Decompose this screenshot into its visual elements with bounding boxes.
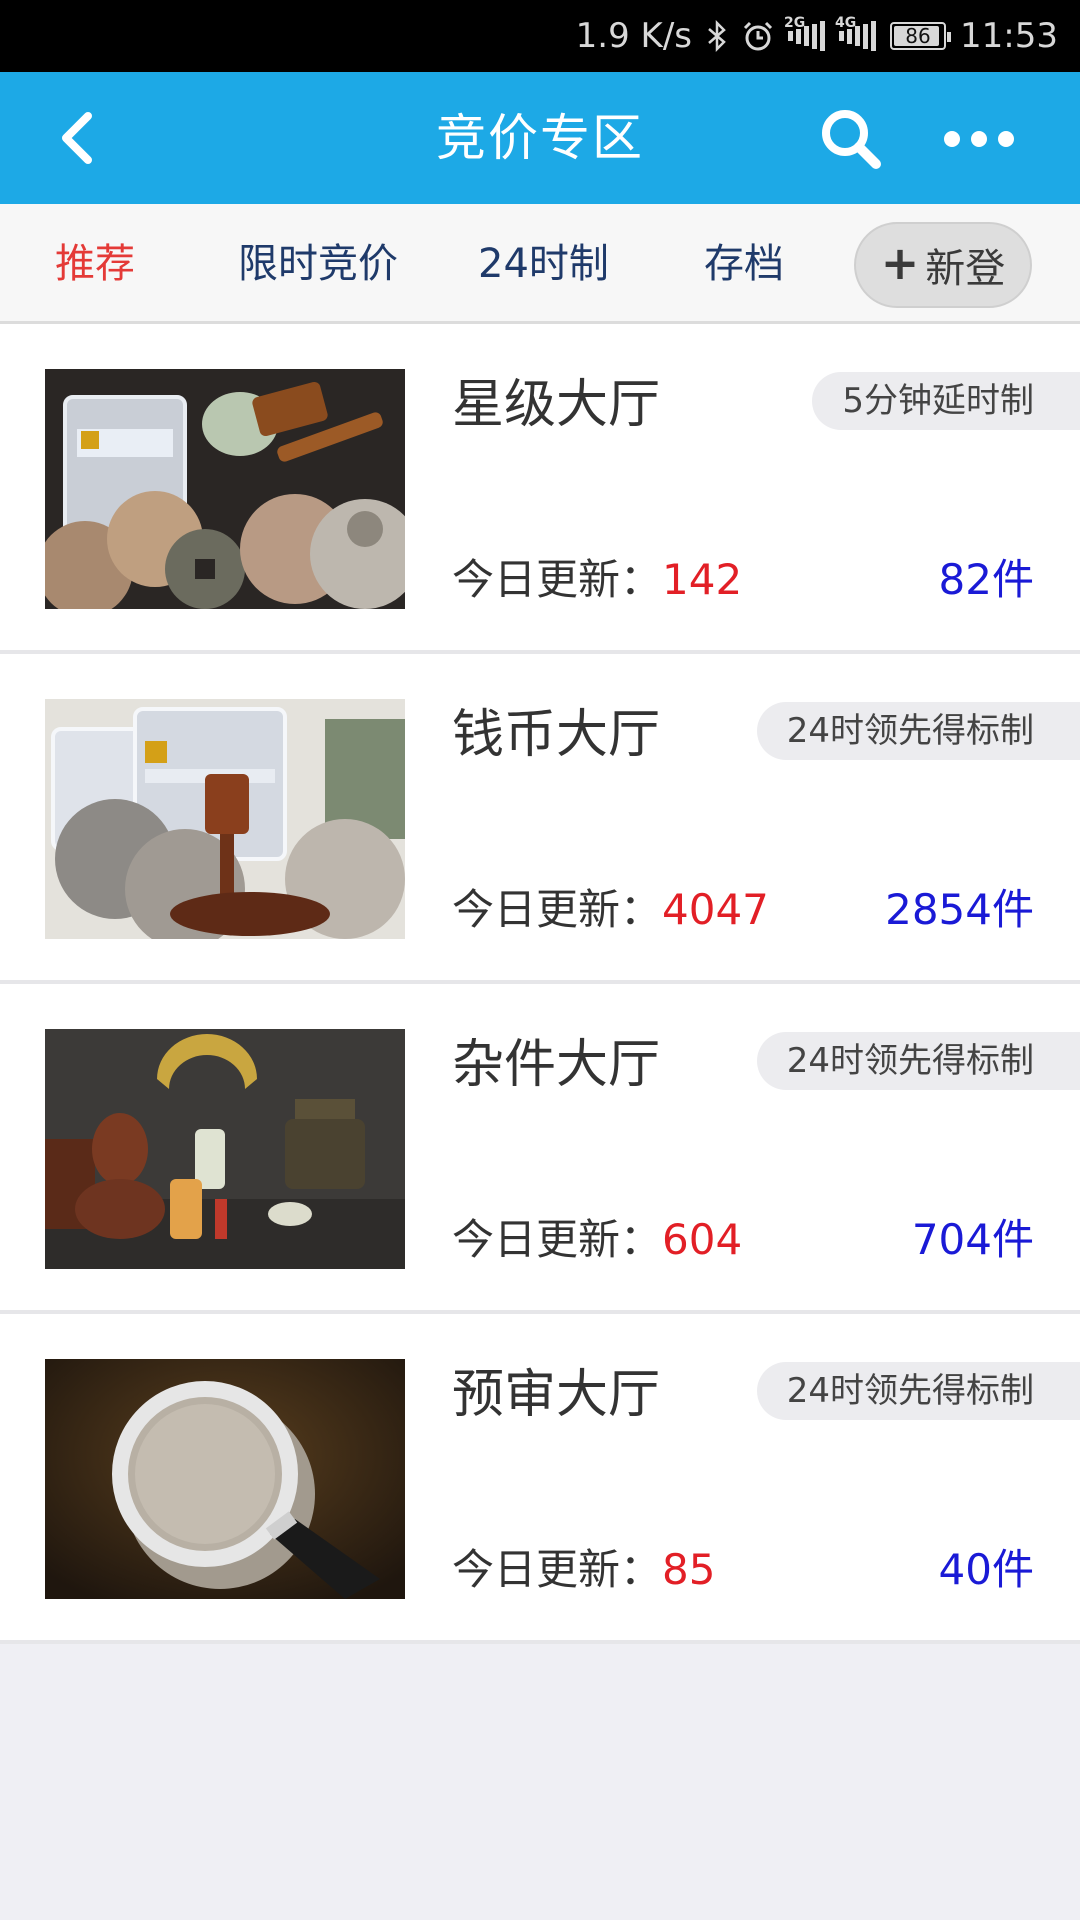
battery-icon: 86 <box>890 22 952 50</box>
today-update-count: 142 <box>662 555 743 604</box>
network-speed: 1.9 K/s <box>575 16 693 56</box>
item-count: 2854件 <box>885 885 1034 934</box>
bidding-rule-badge: 5分钟延时制 <box>812 372 1080 430</box>
today-update-label: 今日更新： <box>452 555 663 604</box>
sim1-network-tag: 2G <box>784 15 806 31</box>
hall-item-coins[interactable]: 钱币大厅 24时领先得标制 今日更新：4047 2854件 <box>0 654 1080 984</box>
alarm-icon <box>742 20 774 52</box>
battery-level: 86 <box>905 24 931 48</box>
search-icon <box>822 110 881 169</box>
hall-list: 星级大厅 5分钟延时制 今日更新：142 82件 钱币大厅 24时领先得标制 今… <box>0 324 1080 1644</box>
today-update: 今日更新：4047 <box>452 876 769 937</box>
tab-archive[interactable]: 存档 <box>704 204 784 324</box>
item-count: 82件 <box>938 555 1034 604</box>
today-update: 今日更新：142 <box>452 546 742 607</box>
today-update-count: 85 <box>662 1545 716 1594</box>
page-title: 竞价专区 <box>436 109 644 167</box>
clock: 11:53 <box>960 16 1058 56</box>
more-icon <box>944 131 960 147</box>
today-update: 今日更新：604 <box>452 1206 742 1267</box>
today-update-count: 4047 <box>662 885 769 934</box>
new-listing-button[interactable]: + 新登 <box>854 222 1032 308</box>
search-button[interactable] <box>818 106 884 172</box>
status-bar: 1.9 K/s 2G 4G 86 11:53 <box>0 0 1080 72</box>
item-count: 704件 <box>911 1215 1034 1264</box>
bidding-rule-badge: 24时领先得标制 <box>756 1032 1080 1090</box>
hall-item-preview[interactable]: 预审大厅 24时领先得标制 今日更新：85 40件 <box>0 1314 1080 1644</box>
graded-coins-thumbnail <box>45 699 405 939</box>
today-update-label: 今日更新： <box>452 1215 663 1264</box>
item-count: 40件 <box>938 1545 1034 1594</box>
tab-timed-bidding[interactable]: 限时竞价 <box>238 204 398 324</box>
today-update: 今日更新：85 <box>452 1536 715 1597</box>
bidding-rule-badge: 24时领先得标制 <box>756 1362 1080 1420</box>
hall-name: 星级大厅 <box>452 375 661 435</box>
today-update-label: 今日更新： <box>452 1545 663 1594</box>
tab-recommend[interactable]: 推荐 <box>55 204 135 324</box>
tab-24h[interactable]: 24时制 <box>478 204 609 324</box>
today-update-label: 今日更新： <box>452 885 663 934</box>
new-listing-label: 新登 <box>925 246 1006 292</box>
hall-name: 钱币大厅 <box>452 705 661 765</box>
category-tab-bar: 推荐 限时竞价 24时制 存档 + 新登 <box>0 204 1080 324</box>
bidding-rule-badge: 24时领先得标制 <box>756 702 1080 760</box>
magnifier-coin-thumbnail <box>45 1359 405 1599</box>
antiques-thumbnail <box>45 1029 405 1269</box>
bluetooth-icon <box>706 20 728 52</box>
signal-icon: 4G <box>835 15 877 51</box>
hall-item-star[interactable]: 星级大厅 5分钟延时制 今日更新：142 82件 <box>0 324 1080 654</box>
hall-item-misc[interactable]: 杂件大厅 24时领先得标制 今日更新：604 704件 <box>0 984 1080 1314</box>
coins-and-gavel-thumbnail <box>45 369 405 609</box>
app-header: 竞价专区 <box>0 72 1080 204</box>
hall-name: 杂件大厅 <box>452 1035 661 1095</box>
plus-icon: + <box>880 236 920 290</box>
sim2-network-tag: 4G <box>835 15 857 31</box>
signal-icon: 2G <box>784 15 826 51</box>
more-button[interactable] <box>944 112 1014 166</box>
hall-name: 预审大厅 <box>452 1365 661 1425</box>
today-update-count: 604 <box>662 1215 743 1264</box>
